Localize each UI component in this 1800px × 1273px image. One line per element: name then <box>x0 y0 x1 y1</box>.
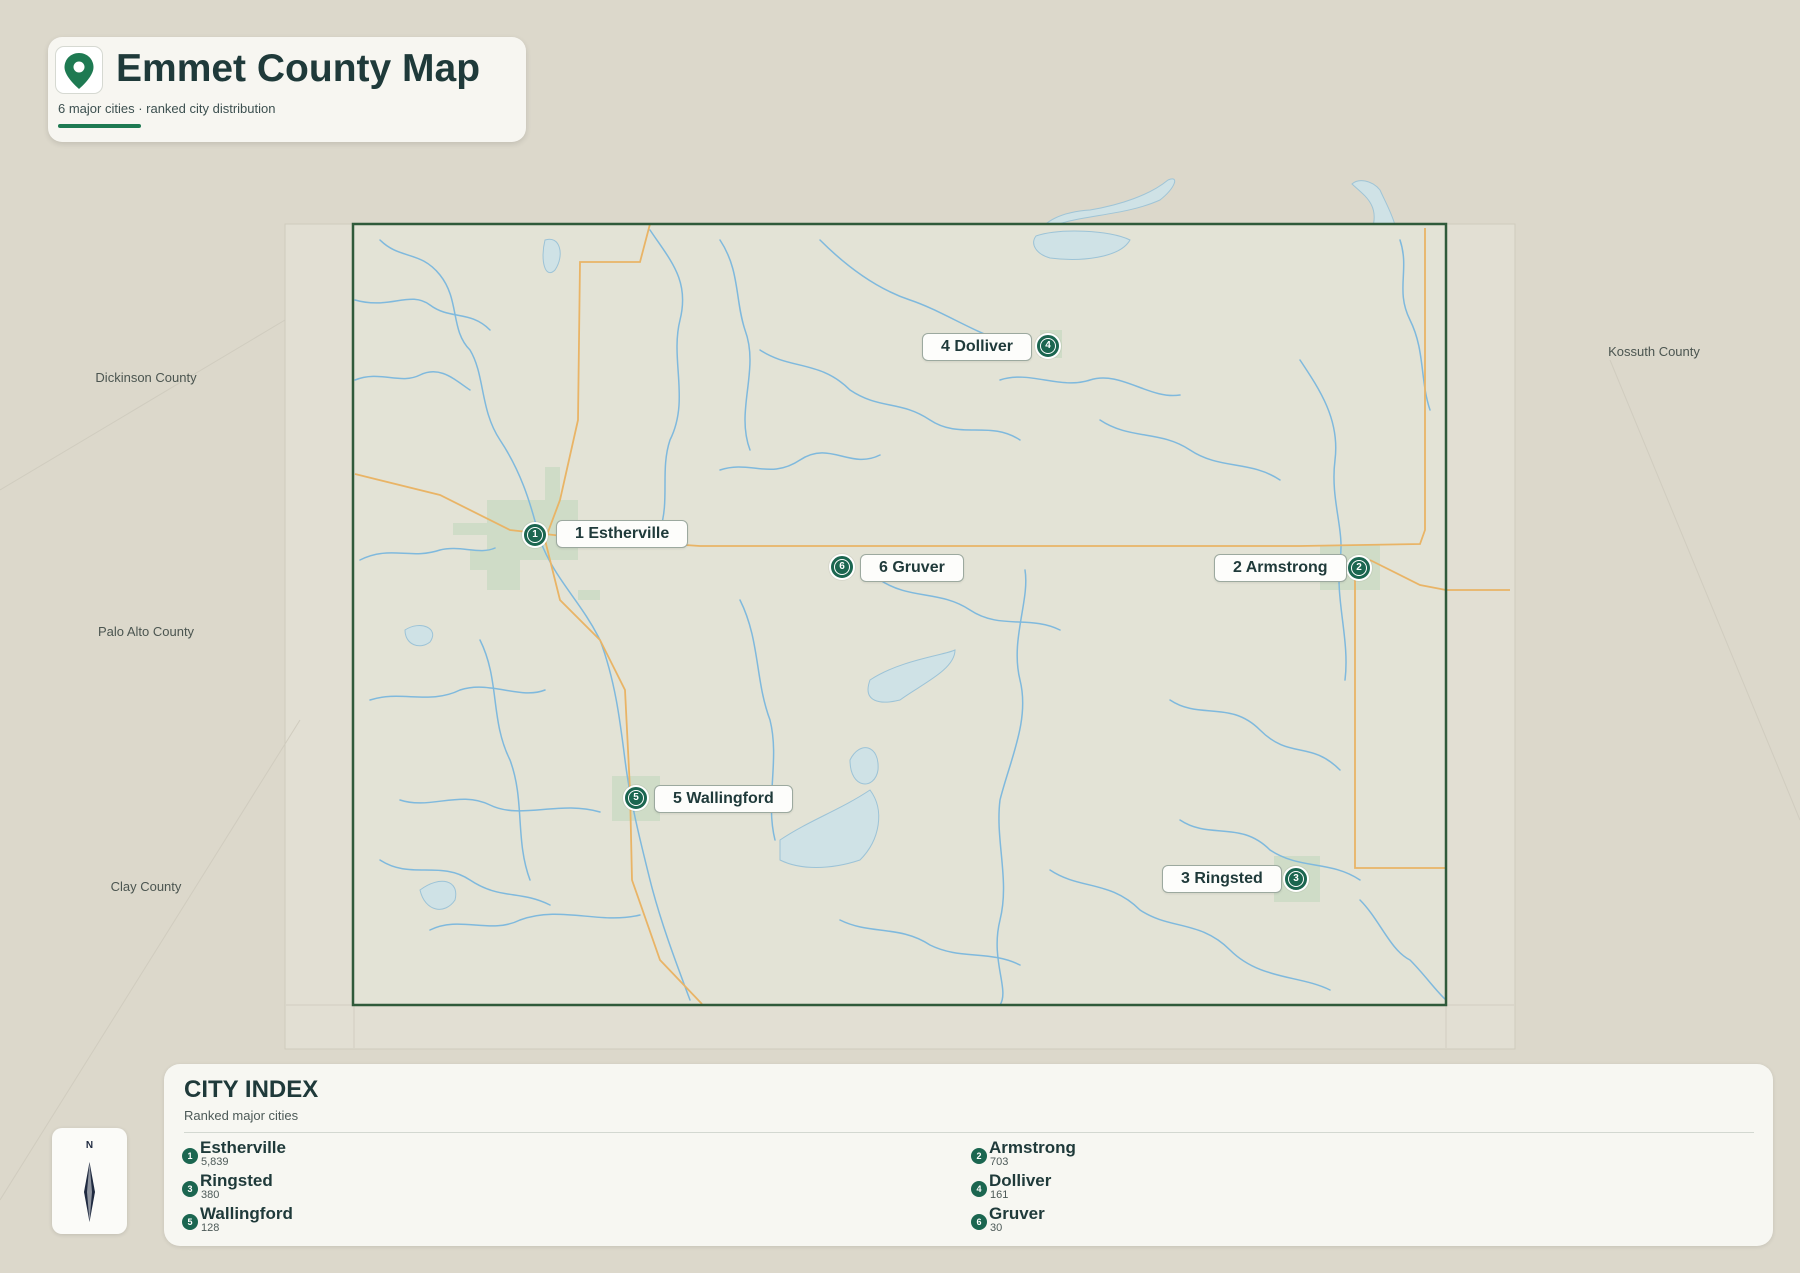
city-name: Ringsted <box>200 1171 273 1190</box>
city-label-armstrong[interactable]: 2 Armstrong <box>1214 554 1347 582</box>
city-marker-armstrong[interactable]: 2 <box>1346 555 1372 581</box>
compass-arrow-icon <box>84 1162 95 1222</box>
neighbor-county-label: Clay County <box>110 879 182 894</box>
rank-badge: 5 <box>182 1214 198 1230</box>
rank-badge: 6 <box>971 1214 987 1230</box>
city-marker-gruver[interactable]: 6 <box>829 554 855 580</box>
city-name: Wallingford <box>200 1204 293 1223</box>
city-marker-ringsted[interactable]: 3 <box>1283 866 1309 892</box>
city-marker-wallingford[interactable]: 5 <box>623 785 649 811</box>
city-index-title: CITY INDEX <box>184 1076 319 1103</box>
city-rank: 4 <box>1040 338 1056 354</box>
city-label-gruver[interactable]: 6 Gruver <box>860 554 964 582</box>
city-rank: 2 <box>1351 560 1367 576</box>
city-population: 161 <box>990 1189 1009 1201</box>
map-pin-icon <box>55 46 103 94</box>
compass: N <box>52 1128 127 1234</box>
city-name: Estherville <box>200 1138 286 1157</box>
distant-boundary-line <box>0 319 286 491</box>
rank-badge: 3 <box>182 1181 198 1197</box>
city-name: Gruver <box>989 1204 1045 1223</box>
map-subtitle: 6 major cities · ranked city distributio… <box>58 101 276 116</box>
rank-badge: 1 <box>182 1148 198 1164</box>
map-title: Emmet County Map <box>116 47 481 90</box>
city-label-wallingford[interactable]: 5 Wallingford <box>654 785 793 813</box>
city-label-dolliver[interactable]: 4 Dolliver <box>922 333 1033 361</box>
distant-boundary-line <box>1609 359 1800 821</box>
city-index-panel: CITY INDEX Ranked major cities 1 Estherv… <box>164 1064 1773 1246</box>
city-label-ringsted[interactable]: 3 Ringsted <box>1162 865 1282 893</box>
city-population: 703 <box>990 1156 1009 1168</box>
title-underline <box>58 124 141 128</box>
city-label-estherville[interactable]: 1 Estherville <box>556 520 689 548</box>
city-index-subtitle: Ranked major cities <box>184 1108 299 1123</box>
rank-badge: 4 <box>971 1181 987 1197</box>
city-population: 30 <box>990 1222 1003 1234</box>
city-rank: 5 <box>628 790 644 806</box>
city-marker-estherville[interactable]: 1 <box>522 522 548 548</box>
neighbor-county-label: Dickinson County <box>95 370 197 385</box>
rank-badge: 2 <box>971 1148 987 1164</box>
title-card: Emmet County Map 6 major cities · ranked… <box>48 37 526 142</box>
divider <box>184 1132 1754 1133</box>
neighbor-county-label: Palo Alto County <box>97 624 195 639</box>
city-rank: 3 <box>1288 871 1304 887</box>
city-rank: 1 <box>527 527 543 543</box>
city-rank: 6 <box>834 559 850 575</box>
city-name: Dolliver <box>989 1171 1052 1190</box>
neighbor-county-label: Kossuth County <box>1608 344 1700 359</box>
city-name: Armstrong <box>989 1138 1076 1157</box>
city-population: 380 <box>201 1189 220 1201</box>
city-population: 5,839 <box>201 1156 229 1168</box>
city-population: 128 <box>201 1222 220 1234</box>
city-marker-dolliver[interactable]: 4 <box>1035 333 1061 359</box>
